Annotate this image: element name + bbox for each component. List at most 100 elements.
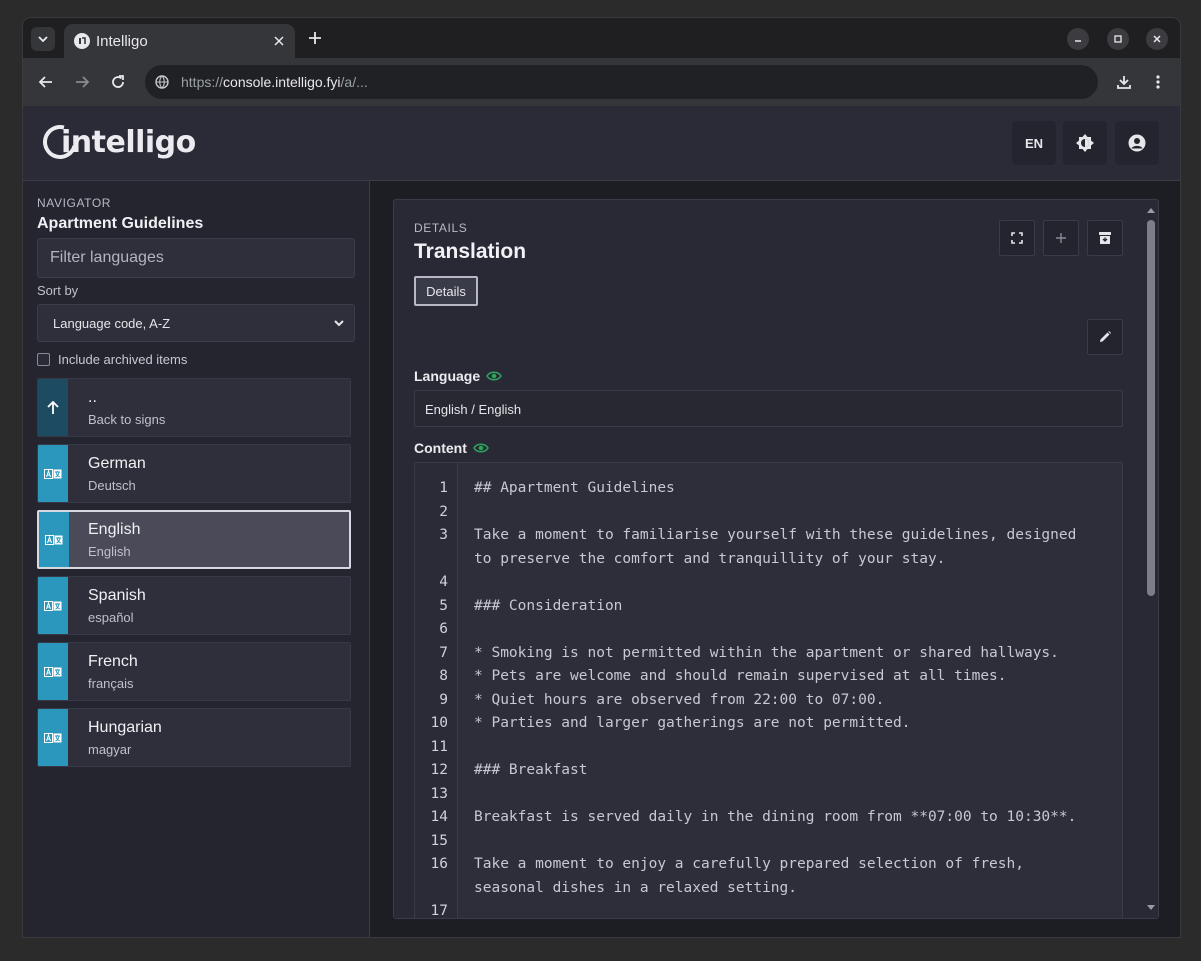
brightness-icon	[1076, 134, 1094, 152]
archive-button[interactable]	[1087, 220, 1123, 256]
close-window-icon[interactable]	[1146, 28, 1168, 50]
line-text: Breakfast is served daily in the dining …	[474, 809, 1077, 825]
tab-details[interactable]: Details	[414, 276, 478, 306]
navigator-title: Apartment Guidelines	[37, 215, 204, 232]
code-line: 16 Take a moment to enjoy a carefully pre…	[415, 853, 1122, 877]
code-line: 17	[415, 900, 1122, 918]
maximize-window-icon[interactable]	[1107, 28, 1129, 50]
language-item-french[interactable]: French français	[37, 642, 351, 701]
line-text: * Smoking is not permitted within the ap…	[474, 644, 1059, 661]
list-item-subtitle: English	[88, 544, 131, 559]
forward-arrow-icon[interactable]	[71, 71, 93, 93]
language-item-spanish[interactable]: Spanish español	[37, 576, 351, 635]
filter-languages-input[interactable]	[37, 238, 355, 278]
line-number: 4	[439, 574, 448, 590]
line-number: 8	[439, 668, 448, 684]
back-arrow-icon[interactable]	[35, 71, 57, 93]
minimize-window-icon[interactable]	[1067, 28, 1089, 50]
logo-text: intelligo	[61, 124, 196, 160]
list-item-title: ..	[88, 389, 97, 406]
list-item-subtitle: français	[88, 676, 134, 691]
translate-icon	[38, 709, 68, 766]
chevron-down-icon	[332, 316, 346, 330]
translate-icon	[39, 512, 69, 567]
line-text: ### Breakfast	[474, 762, 588, 778]
visible-eye-icon	[473, 443, 489, 453]
edit-button[interactable]	[1087, 319, 1123, 355]
language-item-german[interactable]: German Deutsch	[37, 444, 351, 503]
account-button[interactable]	[1115, 121, 1159, 165]
browser-menu-icon[interactable]	[1147, 71, 1169, 93]
new-tab-icon[interactable]	[305, 28, 325, 48]
line-text: to preserve the comfort and tranquillity…	[474, 550, 946, 567]
download-icon[interactable]	[1113, 71, 1135, 93]
include-archived-toggle[interactable]: Include archived items	[37, 352, 187, 367]
sort-label: Sort by	[37, 283, 79, 298]
line-text: * Pets are welcome and should remain sup…	[474, 668, 1007, 684]
include-archived-checkbox[interactable]	[37, 353, 50, 366]
line-number: 7	[439, 644, 448, 661]
line-number: 11	[430, 738, 448, 755]
line-text: * Quiet hours are observed from 22:00 to…	[474, 691, 885, 708]
language-switch-button[interactable]: EN	[1012, 121, 1056, 165]
scroll-up-icon[interactable]	[1147, 206, 1155, 214]
code-line: 12 ### Breakfast	[415, 759, 1122, 783]
plus-icon	[1056, 233, 1066, 243]
code-line: 7 * Smoking is not permitted within the a…	[415, 642, 1122, 666]
line-text: ### Consideration	[474, 597, 623, 614]
line-number: 16	[430, 856, 448, 872]
language-field-label: Language	[414, 368, 503, 384]
back-to-signs-item[interactable]: .. Back to signs	[37, 378, 351, 437]
line-number: 5	[439, 597, 448, 614]
sort-select[interactable]: Language code, A-Z	[37, 304, 355, 342]
browser-toolbar: https://console.intelligo.fyi/a/...	[23, 58, 1180, 106]
list-item-subtitle: Deutsch	[88, 478, 136, 493]
code-line: to preserve the comfort and tranquillity…	[415, 548, 1122, 572]
tab-search-button[interactable]	[31, 27, 55, 51]
code-line: 10 * Parties and larger gatherings are no…	[415, 712, 1122, 736]
intelligo-logo[interactable]: intelligo	[36, 118, 196, 166]
browser-tab[interactable]: Intelligo	[64, 24, 295, 58]
scrollbar-thumb[interactable]	[1147, 220, 1155, 596]
sort-value: Language code, A-Z	[53, 316, 171, 331]
theme-toggle-button[interactable]	[1063, 121, 1107, 165]
code-line: 5 ### Consideration	[415, 595, 1122, 619]
visible-eye-icon	[486, 371, 503, 381]
line-text: ## Apartment Guidelines	[474, 480, 675, 496]
url-path: /a/...	[340, 74, 368, 90]
code-line: 14 Breakfast is served daily in the dinin…	[415, 806, 1122, 830]
content-editor[interactable]: 1 ## Apartment Guidelines 2 3 Take a momen…	[414, 462, 1123, 918]
navigator-sidebar: NAVIGATOR Apartment Guidelines Sort by L…	[23, 181, 370, 937]
reload-icon[interactable]	[107, 71, 129, 93]
fullscreen-button[interactable]	[999, 220, 1035, 256]
archive-icon	[1099, 232, 1111, 244]
add-button[interactable]	[1043, 220, 1079, 256]
address-bar[interactable]: https://console.intelligo.fyi/a/...	[145, 65, 1098, 99]
language-label-text: Language	[414, 368, 481, 384]
code-line: 8 * Pets are welcome and should remain su…	[415, 665, 1122, 689]
browser-window: Intelligo https://console.intelligo.fyi/…	[22, 17, 1181, 938]
list-item-title: German	[88, 455, 146, 472]
line-text: Take a moment to familiarise yourself wi…	[474, 527, 1077, 543]
intelligo-favicon-icon	[74, 33, 90, 49]
url-host: console.intelligo.fyi	[223, 74, 341, 90]
scroll-down-icon[interactable]	[1147, 904, 1155, 912]
line-number: 13	[430, 785, 448, 802]
list-item-title: English	[88, 521, 141, 538]
details-scrollbar[interactable]	[1144, 200, 1158, 918]
code-line: 3 Take a moment to familiarise yourself w…	[415, 524, 1122, 548]
content-label-text: Content	[414, 440, 467, 456]
line-text: seasonal dishes in a relaxed setting.	[474, 879, 798, 896]
site-info-icon[interactable]	[153, 73, 171, 91]
list-item-title: Spanish	[88, 587, 146, 604]
translate-icon	[38, 445, 68, 502]
close-tab-icon[interactable]	[271, 33, 287, 49]
language-item-english[interactable]: English English	[37, 510, 351, 569]
line-number: 9	[439, 691, 448, 708]
list-item-title: Hungarian	[88, 719, 162, 736]
chevron-down-icon	[38, 36, 48, 43]
language-field[interactable]: English / English	[414, 390, 1123, 427]
translate-icon	[38, 643, 68, 700]
url-scheme: https://	[181, 74, 224, 90]
language-item-hungarian[interactable]: Hungarian magyar	[37, 708, 351, 767]
